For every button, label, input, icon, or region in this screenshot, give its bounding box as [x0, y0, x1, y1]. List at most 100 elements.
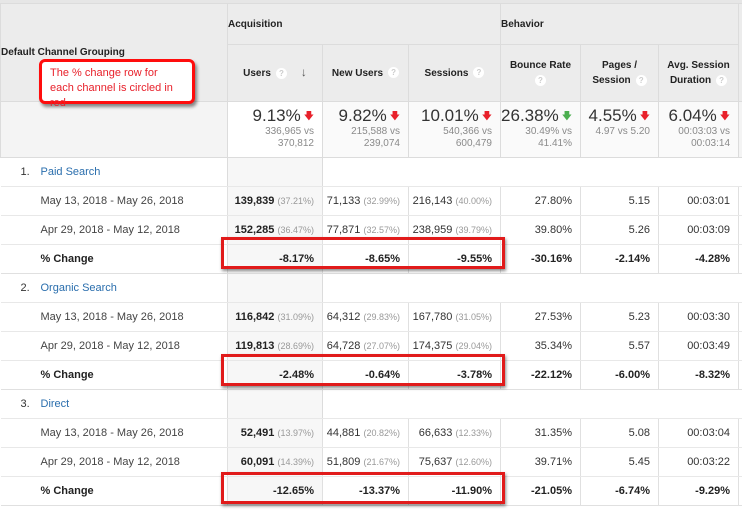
percent-change-row: % Change -8.17% -8.65% -9.55% -30.16% -2.14% -… — [0, 244, 742, 274]
new-users-share: (32.99%) — [363, 196, 400, 206]
users-value: 119,813 — [235, 340, 275, 352]
sessions-cell: 174,375 (29.04%) — [408, 331, 501, 361]
bounce-rate-cell: 27.80% — [500, 186, 581, 216]
column-label: Avg. Session — [667, 60, 730, 71]
column-header-avg-session-duration[interactable]: Avg. Session Duration? — [657, 44, 740, 102]
date-range-label: Apr 29, 2018 - May 12, 2018 — [0, 215, 228, 245]
pages-session-cell: 5.15 — [580, 186, 659, 216]
pages-session-change: -6.00% — [580, 360, 659, 390]
column-header-bounce-rate[interactable]: Bounce Rate? — [500, 44, 581, 102]
new-users-cell: 71,133 (32.99%) — [322, 186, 409, 216]
help-icon[interactable]: ? — [275, 67, 287, 79]
total-change-value: 4.55% — [588, 106, 637, 125]
help-icon[interactable]: ? — [473, 67, 485, 79]
group-label-acquisition: Acquisition — [228, 18, 283, 30]
channel-link[interactable]: Direct — [41, 398, 70, 410]
new-users-cell: 77,871 (32.57%) — [322, 215, 409, 245]
total-change-value: 10.01% — [421, 106, 479, 125]
channel-row: 2. Organic Search — [0, 273, 742, 303]
table-edge — [738, 101, 742, 158]
dimension-header-label: Default Channel Grouping — [1, 47, 125, 58]
total-comparison: 4.97 vs 5.20 — [595, 126, 650, 137]
arrow-down-icon: 🡇 — [719, 111, 731, 122]
users-value: 152,285 — [234, 224, 275, 236]
sessions-change: -3.78% — [408, 360, 501, 390]
channel-index: 1. — [20, 166, 30, 178]
total-bounce-rate: 26.38% 🡇 30.49% vs 41.41% — [500, 101, 581, 158]
percent-change-row: % Change -2.48% -0.64% -3.78% -22.12% -6.00% -… — [0, 360, 742, 390]
column-header-users[interactable]: Users? ↓ — [227, 44, 323, 102]
help-icon[interactable]: ? — [716, 74, 728, 86]
pages-session-change: -6.74% — [580, 476, 659, 506]
sessions-value: 75,637 — [418, 456, 453, 468]
avg-duration-change: -8.32% — [658, 360, 740, 390]
users-value: 52,491 — [240, 427, 275, 439]
users-share: (13.97%) — [277, 428, 314, 438]
avg-duration-cell: 00:03:22 — [658, 447, 740, 477]
sessions-cell: 167,780 (31.05%) — [408, 302, 501, 332]
total-change-value: 9.82% — [338, 106, 387, 125]
column-header-new-users[interactable]: New Users? — [322, 44, 409, 102]
channel-link[interactable]: Organic Search — [41, 282, 117, 294]
percent-change-label: % Change — [0, 244, 228, 274]
new-users-value: 64,312 — [326, 311, 361, 323]
arrow-down-icon: 🡇 — [561, 111, 572, 122]
total-comparison: 336,965 vs — [265, 126, 314, 137]
new-users-share: (21.67%) — [363, 457, 400, 467]
bounce-rate-cell: 39.80% — [500, 215, 581, 245]
users-cell: 116,842 (31.09%) — [227, 302, 323, 332]
arrow-down-icon: 🡇 — [389, 111, 400, 122]
channel-rows: 1. Paid Search May 13, 2018 - May 26, 2018… — [0, 157, 742, 506]
new-users-value: 77,871 — [326, 224, 361, 236]
new-users-value: 51,809 — [326, 456, 361, 468]
total-change-value: 9.13% — [252, 106, 301, 125]
users-cell: 52,491 (13.97%) — [227, 418, 323, 448]
total-comparison: 600,479 — [455, 138, 492, 149]
table-edge — [738, 476, 742, 506]
arrow-down-icon: 🡇 — [639, 111, 650, 122]
date-range-row: May 13, 2018 - May 26, 2018 139,839 (37.2… — [0, 186, 742, 216]
total-comparison: 41.41% — [538, 138, 572, 149]
column-label: Pages / — [601, 60, 638, 71]
total-comparison: 30.49% vs — [525, 126, 572, 137]
total-avg-session-duration: 6.04% 🡇 00:03:03 vs 00:03:14 — [657, 101, 740, 158]
column-label: Users — [243, 68, 271, 79]
channel-index: 3. — [20, 398, 30, 410]
date-range-row: Apr 29, 2018 - May 12, 2018 152,285 (36.4… — [0, 215, 742, 245]
avg-duration-cell: 00:03:30 — [658, 302, 740, 332]
date-range-row: May 13, 2018 - May 26, 2018 52,491 (13.97… — [0, 418, 742, 448]
bounce-rate-change: -22.12% — [500, 360, 581, 390]
users-cell: 60,091 (14.39%) — [227, 447, 323, 477]
arrow-down-icon: 🡇 — [303, 111, 314, 122]
users-share: (31.09%) — [277, 312, 314, 322]
sessions-change: -11.90% — [408, 476, 501, 506]
date-range-row: Apr 29, 2018 - May 12, 2018 119,813 (28.6… — [0, 331, 742, 361]
avg-duration-cell: 00:03:04 — [658, 418, 740, 448]
column-header-pages-session[interactable]: Pages / Session? — [580, 44, 659, 102]
bounce-rate-cell: 27.53% — [500, 302, 581, 332]
help-icon[interactable]: ? — [535, 74, 546, 86]
annotation-callout: The % change row for each channel is cir… — [39, 59, 195, 109]
help-icon[interactable]: ? — [635, 74, 647, 86]
sort-descending-icon[interactable]: ↓ — [301, 65, 307, 79]
sessions-cell: 216,143 (40.00%) — [408, 186, 501, 216]
new-users-share: (20.82%) — [363, 428, 400, 438]
column-label: Sessions — [424, 67, 469, 79]
bounce-rate-change: -21.05% — [500, 476, 581, 506]
sessions-value: 238,959 — [412, 224, 453, 236]
channel-index: 2. — [20, 282, 30, 294]
users-change: -2.48% — [227, 360, 323, 390]
sessions-value: 66,633 — [418, 427, 453, 439]
percent-change-label: % Change — [0, 476, 228, 506]
table-edge — [738, 215, 742, 245]
channel-link[interactable]: Paid Search — [41, 166, 101, 178]
sessions-cell: 238,959 (39.79%) — [408, 215, 501, 245]
users-value: 60,091 — [240, 456, 275, 468]
sessions-share: (31.05%) — [455, 312, 492, 322]
empty-cell — [227, 157, 323, 187]
new-users-share: (29.83%) — [363, 312, 400, 322]
channel-name-cell: 3. Direct — [0, 389, 228, 419]
help-icon[interactable]: ? — [388, 67, 400, 79]
new-users-share: (27.07%) — [363, 341, 400, 351]
column-header-sessions[interactable]: Sessions? — [408, 44, 501, 102]
